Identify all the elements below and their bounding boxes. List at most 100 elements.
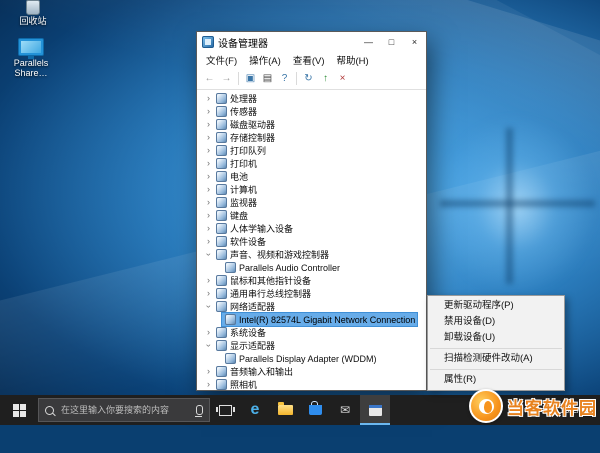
chevron-right-icon[interactable] xyxy=(204,287,213,300)
tree-item-audio-inputs-outputs[interactable]: 音频输入和输出 xyxy=(197,365,426,378)
update-driver-icon[interactable]: ↑ xyxy=(317,70,334,87)
camera-icon xyxy=(216,379,227,390)
chevron-right-icon[interactable] xyxy=(204,92,213,105)
menu-bar: 文件(F) 操作(A) 查看(V) 帮助(H) xyxy=(197,52,426,68)
tree-item-storage-controllers[interactable]: 存储控制器 xyxy=(197,131,426,144)
storage-controller-icon xyxy=(216,132,227,143)
tree-item-monitors[interactable]: 监视器 xyxy=(197,196,426,209)
chevron-right-icon[interactable] xyxy=(204,365,213,378)
tree-item-sound-video-game-controllers[interactable]: 声音、视频和游戏控制器 xyxy=(197,248,426,261)
close-button[interactable]: × xyxy=(403,32,426,52)
usb-icon xyxy=(216,288,227,299)
tree-item-keyboards[interactable]: 键盘 xyxy=(197,209,426,222)
start-button[interactable] xyxy=(0,395,38,425)
chevron-right-icon[interactable] xyxy=(204,196,213,209)
context-menu-item-properties[interactable]: 属性(R) xyxy=(428,372,564,388)
chevron-right-icon[interactable] xyxy=(204,183,213,196)
chevron-right-icon[interactable] xyxy=(204,378,213,390)
help-icon[interactable]: ? xyxy=(276,70,293,87)
search-input[interactable] xyxy=(59,404,191,416)
microphone-icon[interactable] xyxy=(196,405,203,415)
chevron-expanded-icon[interactable] xyxy=(204,248,213,261)
taskbar-icon-store[interactable] xyxy=(300,395,330,425)
taskbar-search-box[interactable] xyxy=(38,398,210,422)
mail-icon xyxy=(340,401,350,419)
tree-item-parallels-display-adapter[interactable]: Parallels Display Adapter (WDDM) xyxy=(197,352,426,365)
network-adapter-icon xyxy=(216,301,227,312)
menu-view[interactable]: 查看(V) xyxy=(287,53,331,67)
tree-item-batteries[interactable]: 电池 xyxy=(197,170,426,183)
menu-help[interactable]: 帮助(H) xyxy=(330,53,374,67)
tree-item-intel-82574l-network-connection[interactable]: Intel(R) 82574L Gigabit Network Connecti… xyxy=(197,313,426,326)
device-manager-app-icon xyxy=(202,36,214,48)
cpu-icon xyxy=(216,93,227,104)
chevron-right-icon[interactable] xyxy=(204,170,213,183)
taskbar-icon-file-explorer[interactable] xyxy=(270,395,300,425)
device-tree: 处理器 传感器 磁盘驱动器 存储控制器 打印队列 打印机 电池 计算机 xyxy=(197,90,426,390)
recycle-bin-icon xyxy=(26,0,40,15)
context-menu-item-scan-hardware-changes[interactable]: 扫描检测硬件改动(A) xyxy=(428,351,564,367)
tree-item-mice-pointing-devices[interactable]: 鼠标和其他指针设备 xyxy=(197,274,426,287)
keyboard-icon xyxy=(216,210,227,221)
chevron-right-icon[interactable] xyxy=(204,235,213,248)
context-menu-item-disable-device[interactable]: 禁用设备(D) xyxy=(428,314,564,330)
desktop-icon-label: 回收站 xyxy=(2,16,64,26)
scan-hardware-changes-icon[interactable]: ↻ xyxy=(300,70,317,87)
forward-icon[interactable]: → xyxy=(218,70,235,87)
chevron-right-icon[interactable] xyxy=(204,274,213,287)
title-bar[interactable]: 设备管理器 — □ × xyxy=(197,32,426,52)
desktop-icon-parallels-share[interactable]: Parallels Share… xyxy=(0,38,62,78)
taskbar-icon-device-manager-active[interactable] xyxy=(360,395,390,425)
tree-item-processors[interactable]: 处理器 xyxy=(197,92,426,105)
watermark-text: 当客软件园 xyxy=(507,394,597,419)
device-manager-window: 设备管理器 — □ × 文件(F) 操作(A) 查看(V) 帮助(H) ← → … xyxy=(196,31,427,391)
tree-item-system-devices[interactable]: 系统设备 xyxy=(197,326,426,339)
context-menu-item-uninstall-device[interactable]: 卸载设备(U) xyxy=(428,330,564,346)
taskbar-icon-edge[interactable]: e xyxy=(240,395,270,425)
menu-file[interactable]: 文件(F) xyxy=(200,53,243,67)
tree-item-software-devices[interactable]: 软件设备 xyxy=(197,235,426,248)
show-console-tree-icon[interactable]: ▣ xyxy=(242,70,259,87)
chevron-expanded-icon[interactable] xyxy=(204,300,213,313)
tree-item-usb-controllers[interactable]: 通用串行总线控制器 xyxy=(197,287,426,300)
chevron-expanded-icon[interactable] xyxy=(204,339,213,352)
computer-icon xyxy=(216,184,227,195)
desktop-icon-recycle-bin[interactable]: 回收站 xyxy=(2,0,64,26)
chevron-right-icon[interactable] xyxy=(204,144,213,157)
tree-item-computer[interactable]: 计算机 xyxy=(197,183,426,196)
monitor-icon xyxy=(216,197,227,208)
windows-logo-icon xyxy=(13,404,26,417)
chevron-right-icon[interactable] xyxy=(204,209,213,222)
tree-item-print-queues[interactable]: 打印队列 xyxy=(197,144,426,157)
chevron-right-icon[interactable] xyxy=(204,131,213,144)
toolbar-separator xyxy=(238,72,239,85)
battery-icon xyxy=(216,171,227,182)
back-icon[interactable]: ← xyxy=(201,70,218,87)
chevron-right-icon[interactable] xyxy=(204,105,213,118)
tree-item-parallels-audio-controller[interactable]: Parallels Audio Controller xyxy=(197,261,426,274)
tree-item-sensors[interactable]: 传感器 xyxy=(197,105,426,118)
tree-item-printers[interactable]: 打印机 xyxy=(197,157,426,170)
context-menu-item-update-driver[interactable]: 更新驱动程序(P) xyxy=(428,298,564,314)
desktop-icon-label: Parallels Share… xyxy=(0,58,62,78)
taskbar-icon-mail[interactable] xyxy=(330,395,360,425)
menu-action[interactable]: 操作(A) xyxy=(243,53,287,67)
chevron-right-icon[interactable] xyxy=(204,222,213,235)
toolbar-separator xyxy=(296,72,297,85)
maximize-button[interactable]: □ xyxy=(380,32,403,52)
tree-item-hid-devices[interactable]: 人体学输入设备 xyxy=(197,222,426,235)
window-title: 设备管理器 xyxy=(218,35,357,50)
tree-item-network-adapters[interactable]: 网络适配器 xyxy=(197,300,426,313)
uninstall-device-icon[interactable]: × xyxy=(334,70,351,87)
chevron-right-icon[interactable] xyxy=(204,157,213,170)
task-view-button[interactable] xyxy=(210,395,240,425)
tree-item-cameras[interactable]: 照相机 xyxy=(197,378,426,390)
tree-item-disk-drives[interactable]: 磁盘驱动器 xyxy=(197,118,426,131)
minimize-button[interactable]: — xyxy=(357,32,380,52)
chevron-right-icon[interactable] xyxy=(204,118,213,131)
printer-icon xyxy=(216,158,227,169)
chevron-right-icon[interactable] xyxy=(204,326,213,339)
properties-icon[interactable]: ▤ xyxy=(259,70,276,87)
wallpaper-window-pane-line xyxy=(440,200,595,207)
tree-item-display-adapters[interactable]: 显示适配器 xyxy=(197,339,426,352)
